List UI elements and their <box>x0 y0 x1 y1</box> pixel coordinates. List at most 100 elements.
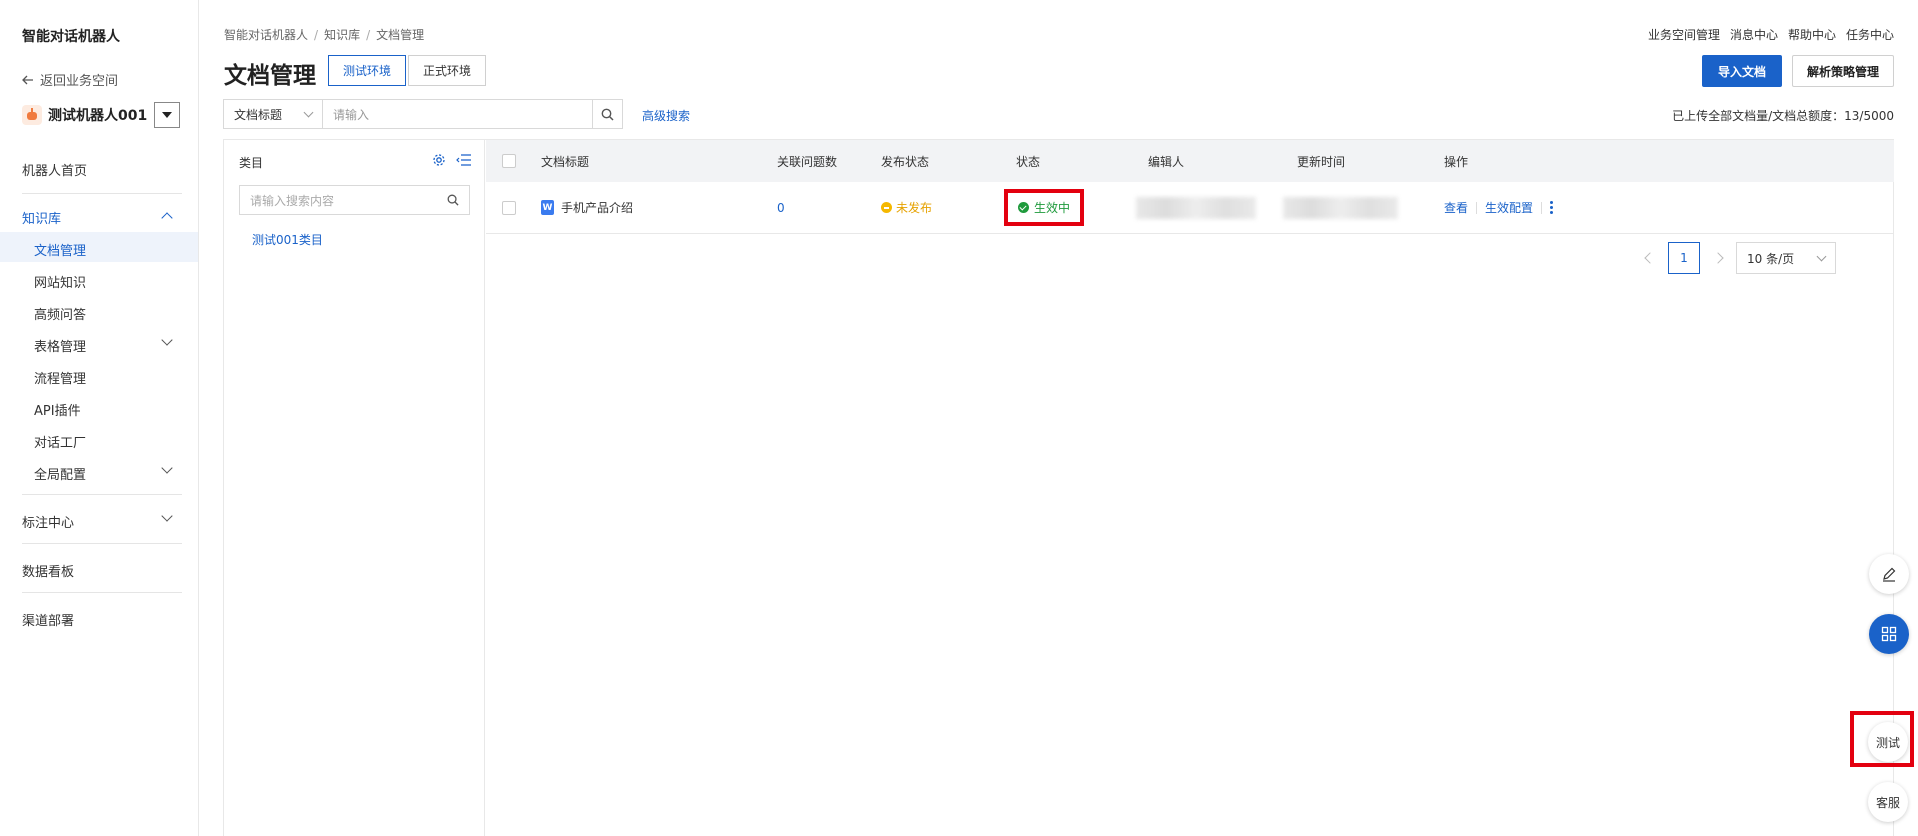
chevron-down-icon[interactable] <box>161 510 173 522</box>
page-number[interactable]: 1 <box>1668 242 1700 274</box>
breadcrumb: 智能对话机器人 / 知识库 / 文档管理 <box>224 28 425 42</box>
page-size-select[interactable]: 10 条/页 <box>1736 242 1836 274</box>
pencil-icon <box>1883 567 1896 582</box>
search-field-label: 文档标题 <box>234 107 283 122</box>
import-doc-button[interactable]: 导入文档 <box>1702 55 1782 87</box>
separator <box>1541 201 1543 214</box>
category-item[interactable]: 测试001类目 <box>252 231 323 248</box>
robot-avatar-icon <box>22 105 42 125</box>
table-row: W 手机产品介绍 0 未发布 生效中 查看 生效配置 <box>486 182 1894 234</box>
search-bar: 文档标题 请输入 <box>223 99 623 129</box>
sidebar-item-doc-mgmt[interactable]: 文档管理 <box>34 240 86 259</box>
sidebar-item-dialog-factory[interactable]: 对话工厂 <box>34 432 86 451</box>
top-link-help[interactable]: 帮助中心 <box>1788 26 1836 43</box>
row-checkbox[interactable] <box>502 200 516 215</box>
service-float-button[interactable]: 客服 <box>1868 782 1908 822</box>
sidebar-item-kb[interactable]: 知识库 <box>22 208 61 227</box>
search-field-select[interactable]: 文档标题 <box>223 99 323 129</box>
chevron-down-icon[interactable] <box>161 334 173 346</box>
category-search-input[interactable]: 请输入搜索内容 <box>239 185 470 215</box>
col-updated: 更新时间 <box>1297 154 1346 169</box>
back-to-workspace-link[interactable]: 返回业务空间 <box>22 70 118 89</box>
pending-icon <box>881 202 892 213</box>
category-panel: 类目 请输入搜索内容 测试001类目 <box>224 140 485 836</box>
app-title: 智能对话机器人 <box>22 29 120 45</box>
gear-icon[interactable] <box>432 153 446 167</box>
view-link[interactable]: 查看 <box>1444 199 1468 216</box>
caret-down-icon <box>162 112 172 118</box>
robot-name: 测试机器人001 <box>48 108 148 124</box>
sidebar-item-web-knowledge[interactable]: 网站知识 <box>34 272 86 291</box>
sidebar-item-annotation[interactable]: 标注中心 <box>22 512 74 531</box>
divider <box>22 543 182 544</box>
category-tools <box>432 153 472 167</box>
breadcrumb-item[interactable]: 智能对话机器人 <box>224 28 308 42</box>
sidebar-item-global-config[interactable]: 全局配置 <box>34 464 86 483</box>
pagination: 1 10 条/页 <box>1644 242 1836 274</box>
top-link-messages[interactable]: 消息中心 <box>1730 26 1778 43</box>
category-title: 类目 <box>239 156 264 170</box>
search-button[interactable] <box>593 99 623 129</box>
doc-title-cell[interactable]: W 手机产品介绍 <box>541 182 633 233</box>
sidebar-item-home[interactable]: 机器人首页 <box>22 160 87 179</box>
select-all-cell <box>502 140 516 182</box>
col-status: 状态 <box>1016 154 1041 169</box>
collapse-list-icon[interactable] <box>456 153 472 167</box>
sidebar-item-table-mgmt[interactable]: 表格管理 <box>34 336 86 355</box>
more-actions-icon[interactable] <box>1550 201 1554 214</box>
sidebar-item-api-plugin[interactable]: API插件 <box>34 400 81 419</box>
col-related: 关联问题数 <box>777 154 838 169</box>
related-count-link[interactable]: 0 <box>777 182 785 233</box>
highlight-box <box>1850 711 1914 767</box>
advanced-search-link[interactable]: 高级搜索 <box>642 107 690 124</box>
prev-page-icon[interactable] <box>1644 252 1656 264</box>
env-tabs: 测试环境 正式环境 <box>328 55 487 86</box>
edit-float-button[interactable] <box>1869 554 1909 594</box>
top-link-workspace[interactable]: 业务空间管理 <box>1648 26 1720 43</box>
sidebar-item-dashboard[interactable]: 数据看板 <box>22 561 74 580</box>
divider <box>22 592 182 593</box>
select-all-checkbox[interactable] <box>502 154 516 168</box>
robot-selector[interactable]: 测试机器人001 <box>22 102 182 128</box>
col-editor: 编辑人 <box>1148 154 1185 169</box>
search-icon[interactable] <box>447 194 459 206</box>
blurred-editor <box>1136 196 1256 219</box>
search-input[interactable]: 请输入 <box>323 99 593 129</box>
word-doc-icon: W <box>541 200 554 215</box>
check-circle-icon <box>1018 202 1029 213</box>
page-size-label: 10 条/页 <box>1747 251 1795 266</box>
top-link-tasks[interactable]: 任务中心 <box>1846 26 1894 43</box>
top-links: 业务空间管理 消息中心 帮助中心 任务中心 <box>1648 26 1894 43</box>
status-cell: 生效中 <box>1004 182 1085 233</box>
parse-strategy-button[interactable]: 解析策略管理 <box>1792 55 1894 87</box>
chevron-up-icon[interactable] <box>161 212 173 224</box>
search-icon <box>601 108 614 121</box>
next-page-icon[interactable] <box>1712 252 1724 264</box>
doc-quota-text: 已上传全部文档量/文档总额度：13/5000 <box>1672 109 1894 123</box>
divider <box>22 494 182 495</box>
blurred-time <box>1283 196 1398 219</box>
active-item-bg <box>0 232 198 262</box>
breadcrumb-item-current: 文档管理 <box>376 28 425 42</box>
breadcrumb-item[interactable]: 知识库 <box>324 28 360 42</box>
tab-prod-env[interactable]: 正式环境 <box>408 55 487 86</box>
chevron-down-icon <box>1816 251 1827 261</box>
robot-dropdown-button[interactable] <box>154 102 180 128</box>
chevron-down-icon[interactable] <box>161 462 173 474</box>
publish-status-cell: 未发布 <box>881 182 932 233</box>
back-label: 返回业务空间 <box>40 74 119 89</box>
publish-status: 未发布 <box>896 201 933 215</box>
sidebar-item-flow-mgmt[interactable]: 流程管理 <box>34 368 86 387</box>
sidebar-item-deploy[interactable]: 渠道部署 <box>22 610 74 629</box>
effect-config-link[interactable]: 生效配置 <box>1485 199 1533 216</box>
category-search-placeholder: 请输入搜索内容 <box>250 193 335 208</box>
col-publish: 发布状态 <box>881 154 930 169</box>
page-title: 文档管理 <box>224 63 316 89</box>
tab-test-env[interactable]: 测试环境 <box>328 55 407 86</box>
arrow-left-icon <box>22 75 33 84</box>
status-badge-highlighted: 生效中 <box>1004 189 1085 226</box>
sidebar: 智能对话机器人 返回业务空间 测试机器人001 机器人首页 知识库 文档管理 网… <box>0 0 199 836</box>
sidebar-item-faq[interactable]: 高频问答 <box>34 304 86 323</box>
apps-float-button[interactable] <box>1869 614 1909 654</box>
grid-icon <box>1881 626 1897 642</box>
